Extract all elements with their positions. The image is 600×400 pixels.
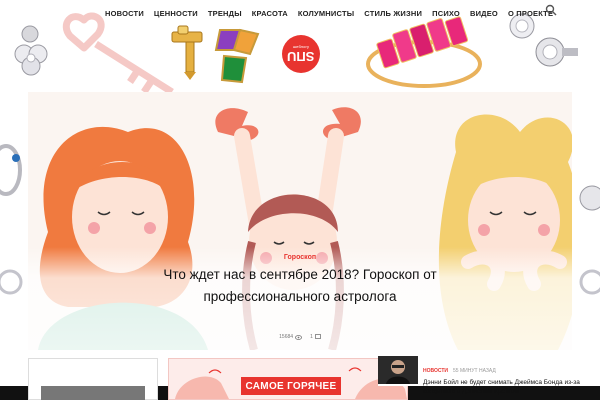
article-card[interactable] bbox=[28, 358, 158, 400]
views-count: 15684 bbox=[279, 334, 294, 340]
comment-icon bbox=[314, 334, 321, 339]
nav-item-values[interactable]: ЦЕННОСТИ bbox=[149, 9, 203, 18]
site-logo[interactable]: шеблогу SПU bbox=[282, 35, 320, 73]
gemstone-earring-image bbox=[214, 28, 260, 84]
eye-icon bbox=[295, 334, 302, 340]
silver-stud-earring-image bbox=[535, 37, 578, 67]
card-image bbox=[41, 386, 145, 400]
nav-item-psycho[interactable]: ПСИХО bbox=[427, 9, 465, 18]
pendant-image bbox=[579, 185, 600, 211]
hero-meta: 15684 1 bbox=[28, 334, 572, 340]
hero-category[interactable]: Гороскоп bbox=[28, 254, 572, 261]
search-icon[interactable] bbox=[545, 4, 557, 16]
nav-item-lifestyle[interactable]: СТИЛЬ ЖИЗНИ bbox=[359, 9, 427, 18]
logo-wordmark: SПU bbox=[287, 49, 315, 64]
nav-item-columnists[interactable]: КОЛУМНИСТЫ bbox=[293, 9, 359, 18]
ring-image-right bbox=[579, 269, 600, 295]
news-item[interactable]: НОВОСТИ 55 МИНУТ НАЗАД Дэнни Бойл не буде… bbox=[378, 356, 600, 395]
comments-counter[interactable]: 1 bbox=[310, 334, 321, 340]
ring-image bbox=[0, 269, 23, 295]
hot-label: САМОЕ ГОРЯЧЕЕ bbox=[241, 377, 341, 395]
silver-earring-image bbox=[14, 25, 48, 76]
news-time: 55 МИНУТ НАЗАД bbox=[453, 368, 496, 374]
nav-item-video[interactable]: ВИДЕО bbox=[465, 9, 503, 18]
views-counter: 15684 bbox=[279, 334, 302, 340]
nav-item-news[interactable]: НОВОСТИ bbox=[100, 9, 149, 18]
bracelet-image bbox=[0, 144, 22, 196]
news-text: НОВОСТИ 55 МИНУТ НАЗАД Дэнни Бойл не буде… bbox=[423, 356, 600, 395]
ruby-ring-image bbox=[366, 16, 482, 88]
comments-count: 1 bbox=[310, 334, 313, 340]
hero-title[interactable]: Что ждет нас в сентябре 2018? Гороскоп о… bbox=[148, 264, 452, 308]
news-category[interactable]: НОВОСТИ bbox=[423, 368, 448, 374]
news-thumbnail bbox=[378, 356, 418, 384]
nav-item-beauty[interactable]: КРАСОТА bbox=[247, 9, 293, 18]
person-photo bbox=[378, 356, 418, 384]
hero-article[interactable]: Гороскоп Что ждет нас в сентябре 2018? Г… bbox=[28, 92, 572, 350]
nav-item-trends[interactable]: ТРЕНДЫ bbox=[203, 9, 247, 18]
hot-topics-block[interactable]: САМОЕ ГОРЯЧЕЕ bbox=[168, 358, 408, 400]
main-nav: НОВОСТИ ЦЕННОСТИ ТРЕНДЫ КРАСОТА КОЛУМНИС… bbox=[100, 6, 558, 20]
news-title[interactable]: Дэнни Бойл не будет снимать Джеймса Бонд… bbox=[423, 379, 600, 396]
